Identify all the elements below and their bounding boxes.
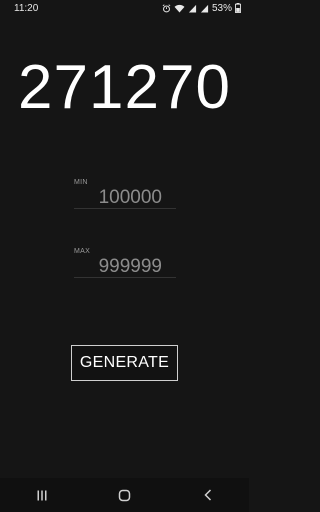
wifi-icon bbox=[174, 4, 185, 13]
recent-apps-icon bbox=[36, 490, 48, 501]
app-screen: 11:20 53% 271270 MIN 100000 MAX 999999 G… bbox=[0, 0, 249, 512]
status-icons: 53% bbox=[162, 3, 241, 14]
max-field: MAX bbox=[74, 247, 176, 278]
generate-button[interactable]: GENERATE bbox=[71, 345, 178, 381]
alarm-icon bbox=[162, 3, 171, 13]
status-time: 11:20 bbox=[14, 2, 39, 14]
max-label: MAX bbox=[74, 248, 91, 255]
battery-icon bbox=[235, 3, 241, 13]
signal-icon bbox=[188, 4, 197, 13]
battery-percent: 53% bbox=[211, 2, 232, 14]
max-input[interactable] bbox=[74, 256, 176, 278]
recent-apps-button[interactable] bbox=[22, 480, 62, 510]
back-button[interactable] bbox=[188, 480, 228, 510]
min-field: MIN bbox=[74, 178, 176, 209]
home-button[interactable] bbox=[105, 480, 145, 510]
navigation-bar bbox=[0, 478, 249, 512]
signal-icon bbox=[200, 4, 209, 13]
min-label: MIN bbox=[74, 179, 88, 186]
home-icon bbox=[118, 489, 131, 502]
status-bar: 11:20 53% bbox=[0, 0, 249, 16]
back-icon bbox=[203, 489, 213, 501]
random-number-result: 271270 bbox=[18, 53, 231, 122]
min-input[interactable] bbox=[74, 187, 176, 209]
